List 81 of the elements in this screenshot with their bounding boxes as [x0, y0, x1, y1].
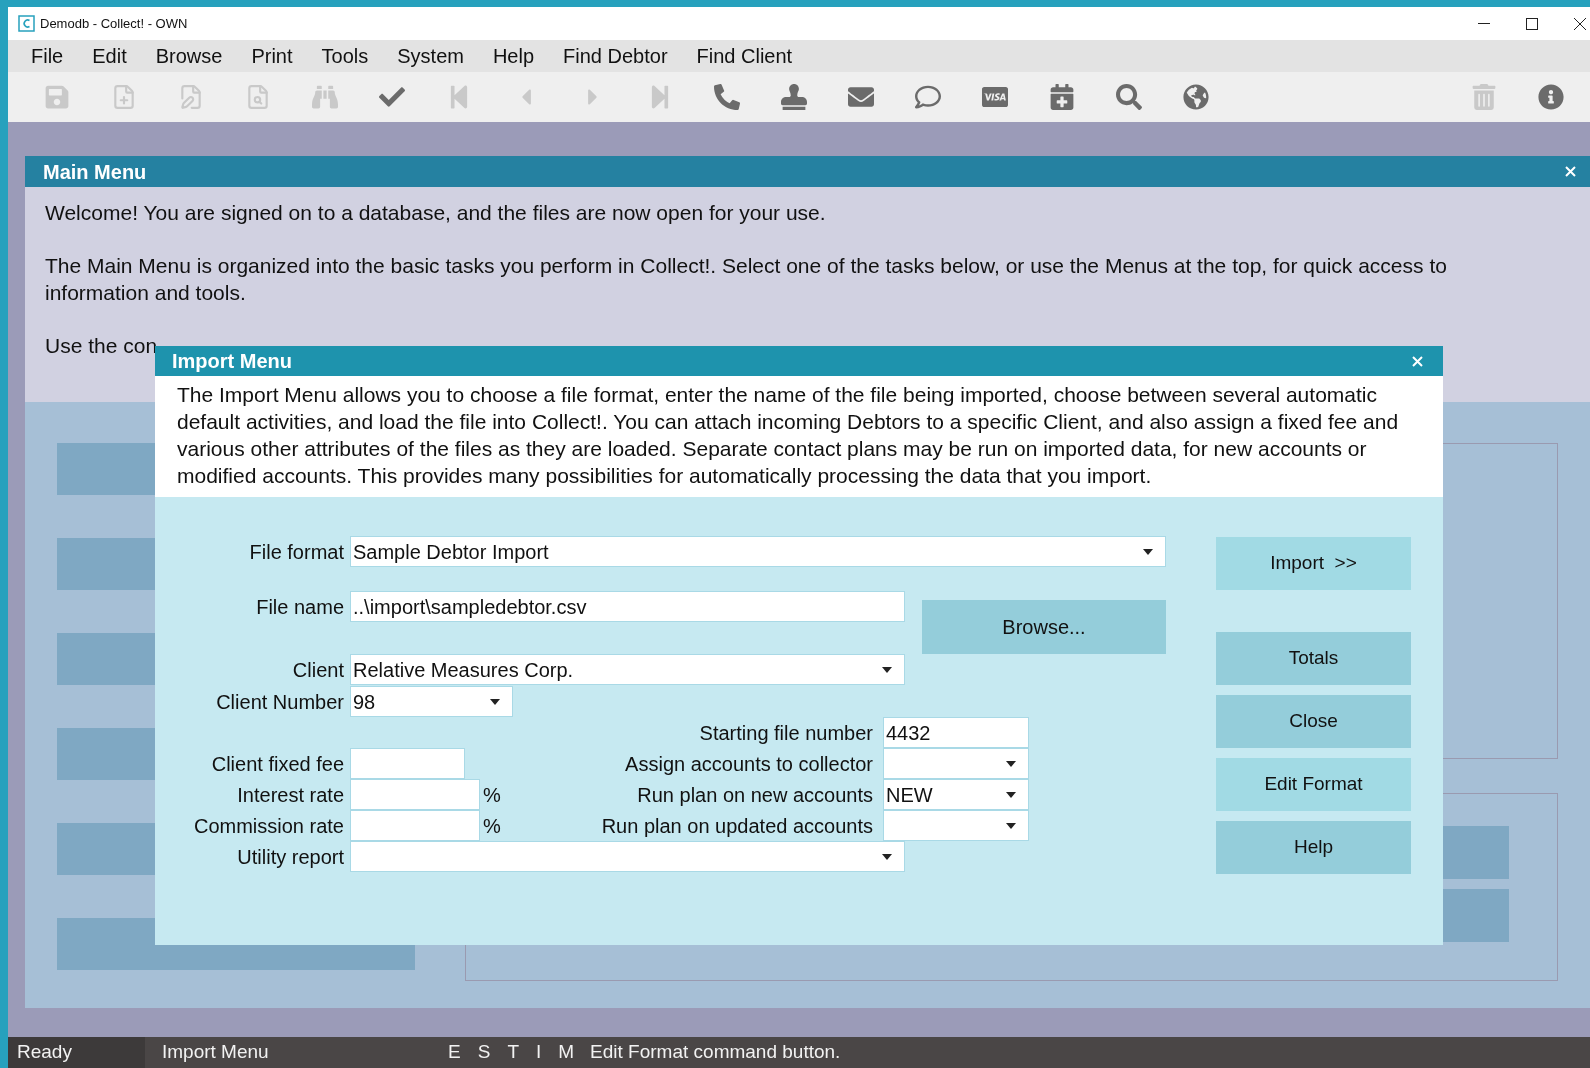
menu-item[interactable]: Browse [155, 41, 223, 71]
dialog-title: Import Menu [172, 349, 292, 374]
field-label: File name [255, 594, 344, 620]
menu-tile[interactable] [57, 823, 155, 875]
window-title: Demodb - Collect! - OWN [40, 14, 188, 33]
field-label: Commission rate [192, 813, 344, 839]
input-field[interactable]: 4432 [883, 717, 1029, 748]
dialog-button[interactable]: Totals [1216, 632, 1411, 685]
menu-item[interactable]: Tools [321, 41, 369, 71]
menu-item[interactable]: Help [492, 41, 535, 71]
app-logo-icon [18, 15, 35, 32]
input-field[interactable] [350, 810, 480, 841]
caret-icon [490, 698, 500, 705]
caret-icon [1006, 822, 1016, 829]
status-letter: E [448, 1040, 461, 1065]
status-cell: Ready [8, 1037, 145, 1068]
speech-bubble-icon[interactable] [914, 84, 941, 110]
maximize-icon[interactable] [1526, 17, 1538, 30]
menu-tile[interactable] [57, 538, 155, 590]
menu-item[interactable]: Find Client [696, 41, 793, 71]
field-label: Utility report [236, 844, 344, 870]
menu-item[interactable]: Edit [92, 41, 127, 71]
minimize-icon[interactable] [1478, 22, 1490, 25]
field-label: Client Number [215, 689, 344, 715]
status-letter: M [558, 1040, 575, 1065]
checkmark-icon[interactable] [378, 84, 405, 110]
dropdown[interactable]: 98 [350, 686, 513, 717]
dialog-button[interactable]: Edit Format [1216, 758, 1411, 811]
input-field[interactable]: ..\import\sampledebtor.csv [350, 591, 905, 622]
info-icon[interactable] [1537, 84, 1564, 110]
dialog-button[interactable]: Help [1216, 821, 1411, 874]
dropdown[interactable]: NEW [883, 779, 1029, 810]
dialog-button[interactable]: Import >> [1216, 537, 1411, 590]
input-field[interactable] [350, 779, 480, 810]
caret-icon [882, 666, 892, 673]
close-icon[interactable] [1574, 17, 1586, 30]
status-letter: S [477, 1040, 491, 1065]
menu-item[interactable]: Find Debtor [563, 41, 668, 71]
input-field[interactable] [350, 748, 465, 779]
dropdown[interactable] [883, 810, 1029, 841]
field-label: Run plan on updated accounts [600, 813, 873, 839]
field-label: Starting file number [698, 720, 873, 746]
dropdown[interactable] [883, 748, 1029, 779]
percent-sign: % [483, 813, 501, 839]
field-label: File format [248, 539, 344, 565]
field-label: Client fixed fee [210, 751, 344, 777]
status-cell-text: Import Menu [162, 1040, 270, 1065]
card-icon[interactable] [981, 84, 1008, 110]
menu-item[interactable]: Print [251, 41, 293, 71]
welcome-text: Welcome! You are signed on to a database, and the files are now open for your use. [45, 200, 827, 226]
search-icon[interactable] [1115, 84, 1142, 110]
menu-tile[interactable] [57, 633, 155, 685]
stamp-icon[interactable] [780, 84, 807, 110]
status-message: Edit Format command button. [590, 1040, 841, 1065]
status-letter: T [507, 1040, 519, 1065]
caret-icon [882, 853, 892, 860]
globe-icon[interactable] [1182, 84, 1209, 110]
caret-icon [1006, 791, 1016, 798]
phone-icon[interactable] [713, 84, 740, 110]
field-label: Client [291, 657, 344, 683]
field-label: Assign accounts to collector [624, 751, 873, 777]
percent-sign: % [483, 782, 501, 808]
caret-icon [1006, 760, 1016, 767]
browse-button[interactable]: Browse... [922, 600, 1166, 654]
welcome-text: The Main Menu is organized into the basic tasks you perform in Collect!. Select one of the tasks below, or use the Menus at the top, for quick access to information and tools. [45, 253, 1448, 306]
menu-tile[interactable] [57, 728, 155, 780]
calendar-plus-icon[interactable] [1048, 84, 1075, 110]
menu-tile[interactable] [57, 443, 155, 495]
menu-item[interactable]: File [31, 41, 64, 71]
caret-icon [1143, 548, 1153, 555]
dropdown[interactable]: Relative Measures Corp. [350, 654, 905, 685]
field-label: Interest rate [236, 782, 344, 808]
dialog-button[interactable]: Close [1216, 695, 1411, 748]
dropdown[interactable]: Sample Debtor Import [350, 536, 1166, 567]
field-label: Run plan on new accounts [636, 782, 873, 808]
envelope-icon[interactable] [847, 84, 874, 110]
dropdown[interactable] [350, 841, 905, 872]
menu-item[interactable]: System [397, 41, 464, 71]
status-letter: I [536, 1040, 542, 1065]
panel-title: Main Menu [43, 159, 147, 185]
description-text: The Import Menu allows you to choose a file format, enter the name of the file being imported, choose between several automatic default activities, and load the file into Collect!. You can attach incoming Debtors to a specific Client, and also assign a fixed fee and various other attributes of the files as they are loaded. Separate contact plans may be run on imported data, for new accounts or modified accounts. This provides many possibilities for automatically processing the data that you import. [177, 382, 1400, 489]
